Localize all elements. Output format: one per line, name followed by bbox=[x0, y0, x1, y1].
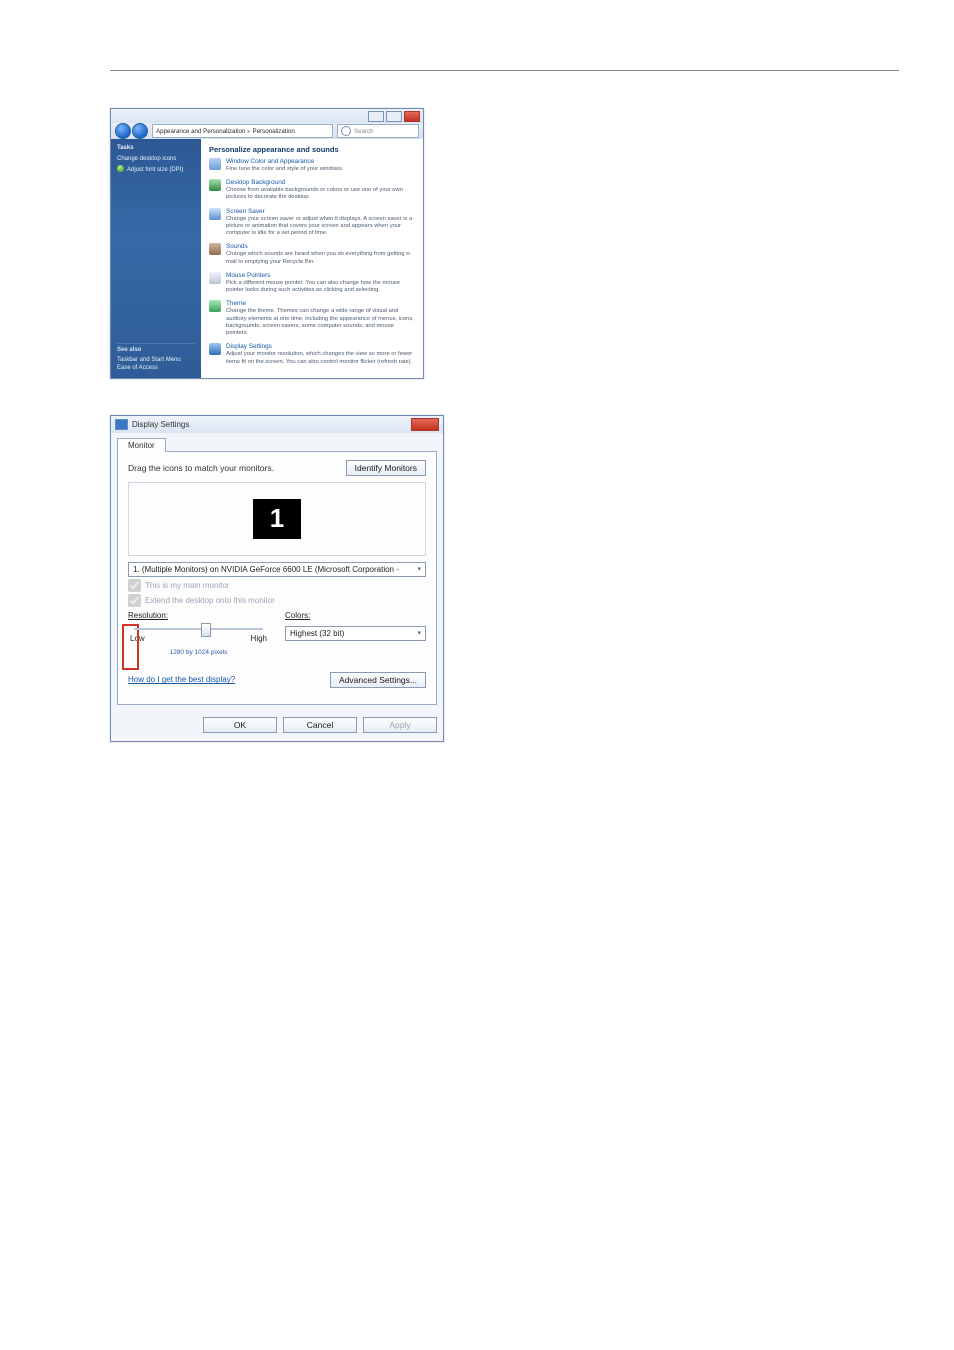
back-button[interactable] bbox=[115, 123, 131, 139]
titlebar bbox=[111, 109, 423, 123]
main-pane: Personalize appearance and sounds Window… bbox=[201, 139, 423, 378]
sidebar-link-dpi[interactable]: Adjust font size (DPI) bbox=[117, 165, 195, 175]
monitor-panel: Drag the icons to match your monitors. I… bbox=[117, 451, 437, 705]
breadcrumb-sep-icon: ▸ bbox=[247, 128, 250, 135]
sidebar-link-desktop-icons[interactable]: Change desktop icons bbox=[117, 156, 195, 164]
item-desc: Change which sounds are heard when you d… bbox=[226, 251, 415, 265]
page-heading: Personalize appearance and sounds bbox=[209, 145, 415, 154]
sidebar: Tasks Change desktop icons Adjust font s… bbox=[111, 139, 201, 378]
advanced-settings-button[interactable]: Advanced Settings... bbox=[330, 672, 426, 688]
search-box[interactable]: Search bbox=[337, 124, 419, 138]
monitor-icon bbox=[115, 419, 128, 430]
item-display-settings: Display Settings Adjust your monitor res… bbox=[209, 343, 415, 365]
see-also: See also Taskbar and Start Menu Ease of … bbox=[117, 343, 195, 374]
address-bar: Appearance and Personalization ▸ Persona… bbox=[111, 123, 423, 139]
item-title[interactable]: Sounds bbox=[226, 243, 415, 250]
monitor-icon bbox=[209, 343, 221, 355]
identify-monitors-button[interactable]: Identify Monitors bbox=[346, 460, 426, 476]
see-also-ease[interactable]: Ease of Access bbox=[117, 365, 195, 373]
palette-icon bbox=[209, 158, 221, 170]
colors-block: Colors: Highest (32 bit) ▾ bbox=[285, 611, 426, 656]
slider-high: High bbox=[251, 634, 267, 643]
titlebar: Display Settings bbox=[111, 416, 443, 433]
cursor-icon bbox=[209, 272, 221, 284]
display-settings-dialog: Display Settings Monitor Drag the icons … bbox=[110, 415, 444, 742]
item-desc: Pick a different mouse pointer. You can … bbox=[226, 280, 415, 294]
colors-label: Colors: bbox=[285, 611, 426, 620]
item-screen-saver: Screen Saver Change your screen saver or… bbox=[209, 208, 415, 238]
item-title[interactable]: Window Color and Appearance bbox=[226, 158, 344, 165]
shield-icon bbox=[117, 165, 124, 172]
instruction-text: Drag the icons to match your monitors. bbox=[128, 463, 274, 473]
breadcrumb[interactable]: Appearance and Personalization ▸ Persona… bbox=[152, 124, 333, 138]
item-desc: Choose from available backgrounds or col… bbox=[226, 187, 415, 201]
dialog-buttons: OK Cancel Apply bbox=[111, 711, 443, 741]
item-desc: Fine tune the color and style of your wi… bbox=[226, 166, 344, 173]
help-link[interactable]: How do I get the best display? bbox=[128, 675, 235, 684]
monitor-thumbnail[interactable]: 1 bbox=[253, 499, 301, 539]
monitor-dropdown[interactable]: 1. (Multiple Monitors) on NVIDIA GeForce… bbox=[128, 562, 426, 577]
dropdown-value: 1. (Multiple Monitors) on NVIDIA GeForce… bbox=[133, 565, 399, 574]
resolution-label: Resolution: bbox=[128, 611, 269, 620]
nav-buttons bbox=[115, 123, 148, 139]
breadcrumb-level2: Personalization bbox=[252, 128, 294, 135]
item-title[interactable]: Desktop Background bbox=[226, 179, 415, 186]
resolution-slider[interactable]: Low High 1280 by 1024 pixels bbox=[128, 628, 269, 656]
check-extend-desktop: Extend the desktop onto this monitor bbox=[128, 594, 426, 607]
item-theme: Theme Change the theme. Themes can chang… bbox=[209, 300, 415, 337]
tasks-header: Tasks bbox=[117, 145, 195, 153]
item-desc: Change the theme. Themes can change a wi… bbox=[226, 308, 415, 337]
theme-icon bbox=[209, 300, 221, 312]
check-main-monitor: This is my main monitor bbox=[128, 579, 426, 592]
resolution-block: Resolution: Low High 1280 by 1024 pixels bbox=[128, 611, 269, 656]
item-window-color: Window Color and Appearance Fine tune th… bbox=[209, 158, 415, 173]
monitor-arrange-area[interactable]: 1 bbox=[128, 482, 426, 556]
see-also-header: See also bbox=[117, 347, 195, 355]
item-title[interactable]: Screen Saver bbox=[226, 208, 415, 215]
search-placeholder: Search bbox=[354, 128, 374, 135]
apply-button: Apply bbox=[363, 717, 437, 733]
item-title[interactable]: Mouse Pointers bbox=[226, 272, 415, 279]
forward-button[interactable] bbox=[132, 123, 148, 139]
close-button[interactable] bbox=[411, 418, 439, 431]
breadcrumb-level1: Appearance and Personalization bbox=[156, 128, 245, 135]
maximize-button[interactable] bbox=[386, 111, 402, 122]
image-icon bbox=[209, 179, 221, 191]
dialog-title: Display Settings bbox=[132, 420, 189, 429]
ok-button[interactable]: OK bbox=[203, 717, 277, 733]
resolution-caption: 1280 by 1024 pixels bbox=[128, 649, 269, 656]
highlight-box bbox=[122, 624, 139, 670]
speaker-icon bbox=[209, 243, 221, 255]
slider-thumb[interactable] bbox=[201, 623, 211, 637]
chevron-down-icon: ▾ bbox=[417, 629, 421, 637]
item-title[interactable]: Theme bbox=[226, 300, 415, 307]
see-also-taskbar[interactable]: Taskbar and Start Menu bbox=[117, 357, 195, 365]
close-button[interactable] bbox=[404, 111, 420, 122]
slider-low: Low bbox=[130, 634, 145, 643]
screensaver-icon bbox=[209, 208, 221, 220]
item-desktop-background: Desktop Background Choose from available… bbox=[209, 179, 415, 201]
item-desc: Change your screen saver or adjust when … bbox=[226, 216, 415, 238]
tab-monitor[interactable]: Monitor bbox=[117, 438, 166, 452]
page-rule bbox=[110, 70, 899, 71]
personalization-window: Appearance and Personalization ▸ Persona… bbox=[110, 108, 424, 379]
checkbox-extend bbox=[128, 594, 141, 607]
chevron-down-icon: ▾ bbox=[417, 565, 421, 573]
item-title[interactable]: Display Settings bbox=[226, 343, 415, 350]
search-icon bbox=[341, 126, 351, 136]
item-desc: Adjust your monitor resolution, which ch… bbox=[226, 351, 415, 365]
item-sounds: Sounds Change which sounds are heard whe… bbox=[209, 243, 415, 265]
tabs: Monitor bbox=[111, 433, 443, 451]
item-mouse-pointers: Mouse Pointers Pick a different mouse po… bbox=[209, 272, 415, 294]
checkbox-main bbox=[128, 579, 141, 592]
colors-dropdown[interactable]: Highest (32 bit) ▾ bbox=[285, 626, 426, 641]
minimize-button[interactable] bbox=[368, 111, 384, 122]
cancel-button[interactable]: Cancel bbox=[283, 717, 357, 733]
colors-value: Highest (32 bit) bbox=[290, 629, 344, 638]
